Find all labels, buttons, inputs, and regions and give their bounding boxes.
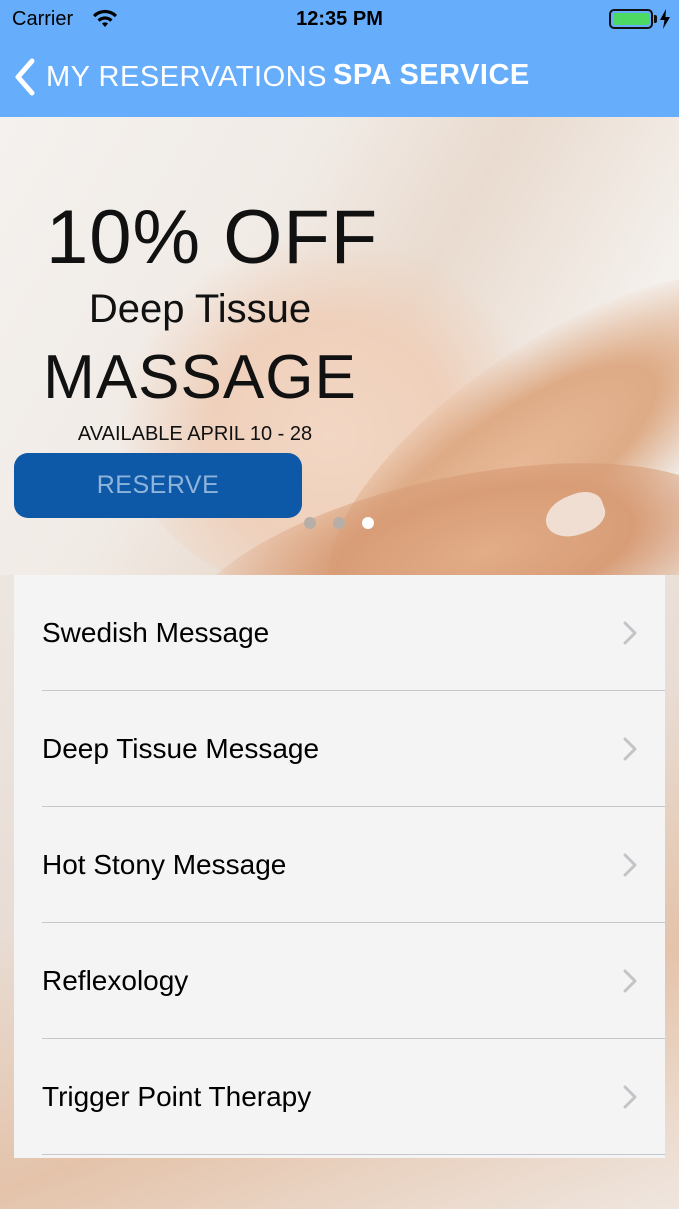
- clock: 12:35 PM: [296, 8, 383, 30]
- promo-headline: MASSAGE: [43, 343, 357, 412]
- promo-banner[interactable]: 10% OFF Deep Tissue MASSAGE AVAILABLE AP…: [0, 117, 679, 575]
- list-item-label: Deep Tissue Message: [42, 733, 320, 764]
- battery-level: [613, 13, 649, 25]
- chevron-left-icon: [15, 58, 35, 96]
- back-button[interactable]: MY RESERVATIONS: [14, 57, 327, 97]
- navigation-bar: MY RESERVATIONS SPA SERVICE: [0, 40, 679, 117]
- page-dot[interactable]: [304, 517, 316, 529]
- chevron-right-icon: [623, 621, 637, 645]
- reserve-button[interactable]: RESERVE: [14, 453, 302, 518]
- list-item-label: Reflexology: [42, 965, 189, 996]
- list-item-trigger-point-therapy[interactable]: Trigger Point Therapy: [14, 1039, 665, 1155]
- page-indicator[interactable]: [304, 517, 374, 529]
- list-item-deep-tissue-message[interactable]: Deep Tissue Message: [14, 691, 665, 807]
- list-item-label: Hot Stony Message: [42, 849, 287, 880]
- page-dot-active[interactable]: [362, 517, 374, 529]
- service-list: Swedish Message Deep Tissue Message Hot …: [14, 575, 665, 1158]
- promo-availability: AVAILABLE APRIL 10 - 28: [77, 423, 313, 445]
- list-item-reflexology[interactable]: Reflexology: [14, 923, 665, 1039]
- list-item-label: Trigger Point Therapy: [42, 1081, 312, 1112]
- list-item-label: Swedish Message: [42, 617, 270, 648]
- chevron-right-icon: [623, 737, 637, 761]
- list-item-hot-stony-message[interactable]: Hot Stony Message: [14, 807, 665, 923]
- divider: [42, 1154, 665, 1155]
- battery-tip: [654, 15, 657, 23]
- page-title: SPA SERVICE: [333, 59, 530, 91]
- list-item-swedish-message[interactable]: Swedish Message: [14, 575, 665, 691]
- chevron-right-icon: [623, 969, 637, 993]
- status-bar: Carrier 12:35 PM: [0, 0, 679, 40]
- back-label: MY RESERVATIONS: [46, 60, 327, 93]
- promo-discount: 10% OFF: [46, 195, 379, 280]
- chevron-right-icon: [623, 853, 637, 877]
- charging-bolt-icon: [660, 9, 670, 29]
- page-dot[interactable]: [333, 517, 345, 529]
- battery-icon: [609, 9, 653, 29]
- chevron-right-icon: [623, 1085, 637, 1109]
- promo-subtitle: Deep Tissue: [88, 287, 312, 331]
